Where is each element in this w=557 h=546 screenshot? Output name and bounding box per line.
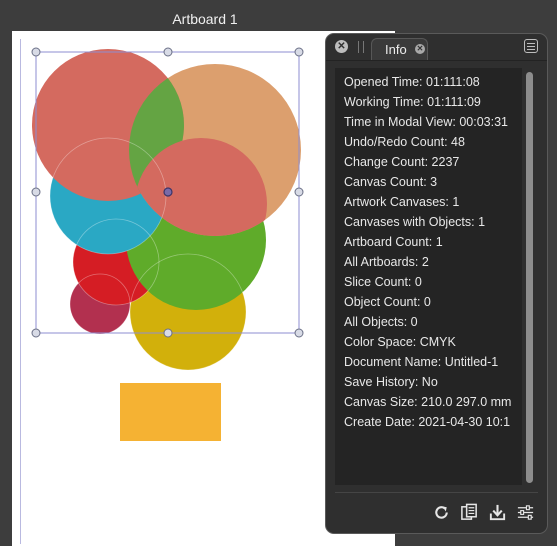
info-list: Opened Time: 01:111:08 Working Time: 01:1… — [335, 68, 522, 432]
orange-rectangle[interactable] — [120, 383, 221, 441]
info-row: Artwork Canvases: 1 — [344, 195, 460, 209]
rotation-center-handle[interactable] — [163, 187, 173, 197]
info-row: Opened Time: 01:111:08 — [344, 75, 480, 89]
info-content: Opened Time: 01:111:08 Working Time: 01:1… — [335, 68, 522, 485]
handle-middle-right — [294, 187, 304, 197]
info-panel: ✕ Info ✕ Opened Time: 01:111:08 Working T… — [325, 33, 548, 534]
tab-close-icon[interactable]: ✕ — [415, 44, 425, 54]
handle-top-left — [31, 47, 41, 57]
copy-icon[interactable] — [460, 503, 479, 522]
info-row: Canvas Size: 210.0 297.0 mm — [344, 395, 512, 409]
handle-top-right — [294, 47, 304, 57]
panel-close-icon[interactable]: ✕ — [335, 40, 348, 53]
info-row: Working Time: 01:111:09 — [344, 95, 481, 109]
info-row: Document Name: Untitled-1 — [344, 355, 499, 369]
info-row: Artboard Count: 1 — [344, 235, 443, 249]
footer-divider — [335, 492, 538, 493]
handle-bottom-left — [31, 328, 41, 338]
handle-top-middle — [163, 47, 173, 57]
refresh-icon[interactable] — [432, 503, 451, 522]
info-row: Undo/Redo Count: 48 — [344, 135, 465, 149]
info-row: Object Count: 0 — [344, 295, 431, 309]
info-row: Save History: No — [344, 375, 438, 389]
info-row: Color Space: CMYK — [344, 335, 456, 349]
panel-header: ✕ Info ✕ — [326, 34, 547, 61]
export-icon[interactable] — [488, 503, 507, 522]
info-row: Canvases with Objects: 1 — [344, 215, 486, 229]
info-scrollbar[interactable] — [526, 72, 533, 483]
tab-info-label: Info — [385, 42, 407, 57]
info-row: Create Date: 2021-04-30 10:1 — [344, 415, 511, 429]
info-row: Slice Count: 0 — [344, 275, 422, 289]
handle-bottom-right — [294, 328, 304, 338]
panel-grip-icon[interactable] — [358, 41, 364, 53]
settings-sliders-icon[interactable] — [516, 503, 535, 522]
panel-menu-icon[interactable] — [524, 39, 538, 53]
panel-footer — [432, 503, 535, 523]
info-row: Change Count: 2237 — [344, 155, 460, 169]
info-row: All Artboards: 2 — [344, 255, 429, 269]
info-row: All Objects: 0 — [344, 315, 418, 329]
tab-info[interactable]: Info ✕ — [371, 38, 428, 60]
handle-middle-left — [31, 187, 41, 197]
info-row: Canvas Count: 3 — [344, 175, 438, 189]
info-row: Time in Modal View: 00:03:31 — [344, 115, 508, 129]
handle-bottom-middle — [163, 328, 173, 338]
